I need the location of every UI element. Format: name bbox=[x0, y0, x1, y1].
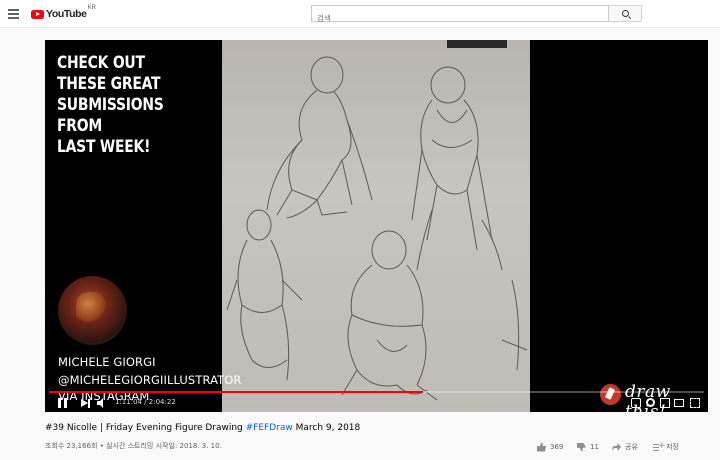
fullscreen-icon[interactable] bbox=[690, 398, 700, 408]
logo-text: YouTube bbox=[46, 8, 87, 20]
search-input[interactable] bbox=[312, 11, 608, 26]
playlist-add-icon bbox=[653, 441, 666, 452]
youtube-play-icon bbox=[31, 9, 44, 19]
time-display: 1:11:04 / 2:04:22 bbox=[115, 398, 176, 406]
save-button[interactable]: 저장 bbox=[653, 441, 679, 453]
search-button[interactable] bbox=[609, 5, 642, 22]
like-count: 369 bbox=[550, 443, 564, 451]
share-label: 공유 bbox=[625, 443, 638, 451]
view-count: 조회수 23,166회 • 실시간 스트리밍 시작일: 2018. 3. 10. bbox=[45, 442, 222, 450]
pause-icon[interactable] bbox=[58, 398, 67, 408]
search-box bbox=[311, 5, 609, 26]
theater-mode-icon[interactable] bbox=[674, 399, 684, 407]
save-label: 저장 bbox=[666, 443, 679, 451]
next-icon[interactable] bbox=[81, 399, 91, 408]
search-icon bbox=[622, 10, 629, 17]
like-button[interactable]: 369 bbox=[537, 441, 563, 453]
video-frame-sketch bbox=[222, 40, 530, 412]
credit-handle: @MICHELEGIORGIILLUSTRATOR bbox=[58, 373, 242, 387]
menu-icon[interactable] bbox=[8, 9, 19, 19]
youtube-logo[interactable]: YouTube KR bbox=[31, 5, 96, 21]
artist-avatar bbox=[58, 276, 127, 345]
player-controls: 1:11:04 / 2:04:22 bbox=[45, 395, 708, 412]
overlay-title: CHECK OUT THESE GREAT SUBMISSIONS FROM L… bbox=[57, 53, 164, 157]
dislike-count: 11 bbox=[590, 443, 599, 451]
share-button[interactable]: 공유 bbox=[612, 441, 638, 453]
video-title: #39 Nicolle | Friday Evening Figure Draw… bbox=[45, 423, 360, 433]
progress-bar[interactable] bbox=[49, 391, 704, 393]
share-icon bbox=[612, 442, 621, 452]
dislike-button[interactable]: 11 bbox=[577, 441, 599, 453]
masthead: YouTube KR bbox=[0, 0, 720, 28]
thumbs-up-icon bbox=[537, 442, 546, 452]
credit-name: MICHELE GIORGI bbox=[58, 355, 156, 369]
progress-played bbox=[49, 391, 423, 393]
video-player[interactable]: CHECK OUT THESE GREAT SUBMISSIONS FROM L… bbox=[45, 40, 708, 412]
figure-sketch-drawing bbox=[226, 40, 528, 401]
hashtag-link[interactable]: #FEFDraw bbox=[246, 423, 293, 433]
subtitles-icon[interactable] bbox=[631, 398, 641, 408]
settings-icon[interactable] bbox=[646, 398, 655, 407]
logo-country: KR bbox=[87, 5, 96, 11]
thumbs-down-icon bbox=[577, 442, 586, 452]
title-text: #39 Nicolle | Friday Evening Figure Draw… bbox=[45, 423, 246, 433]
volume-icon[interactable] bbox=[97, 398, 109, 408]
title-date: March 9, 2018 bbox=[292, 423, 361, 433]
miniplayer-icon[interactable] bbox=[660, 398, 670, 408]
